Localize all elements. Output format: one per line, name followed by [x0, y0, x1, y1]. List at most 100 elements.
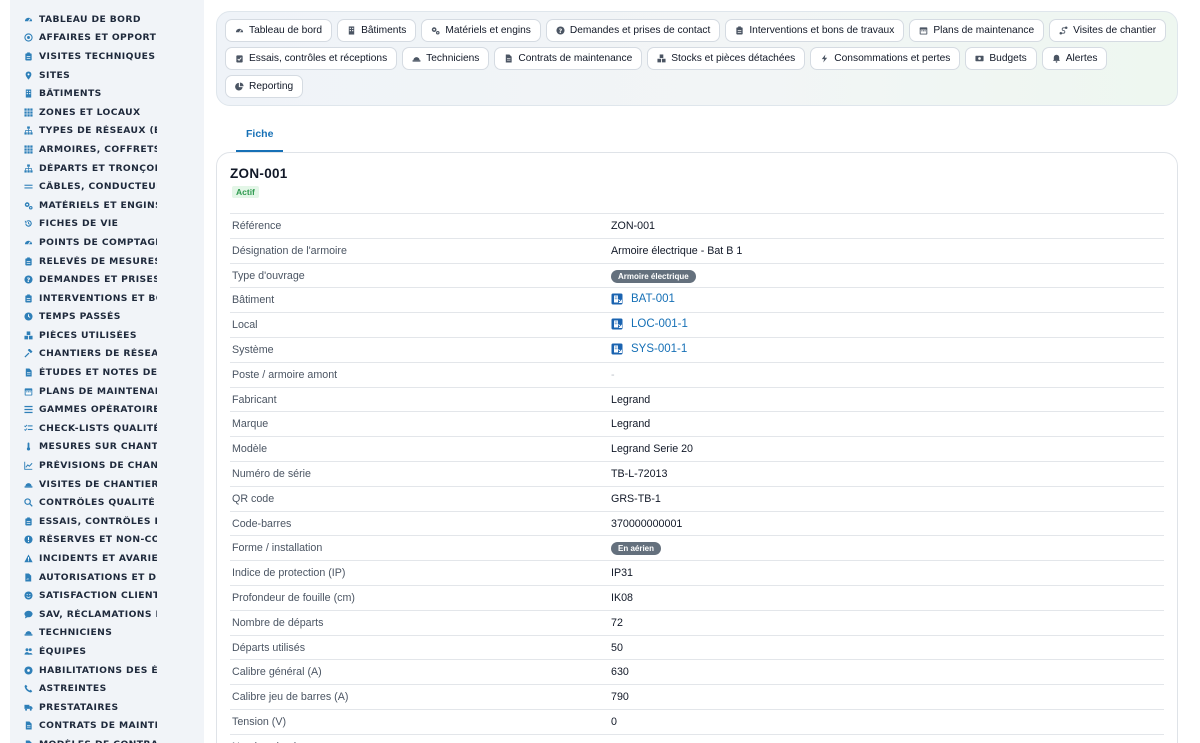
table-row: Référence ZON-001: [230, 214, 1164, 239]
sidebar-item-reserves-et-non-conformites[interactable]: Réserves et non-conformités: [10, 531, 204, 550]
sidebar-item-label: Incidents et avaries: [39, 553, 157, 565]
helmet-icon: [24, 480, 33, 489]
nav-button-label: Budgets: [989, 53, 1027, 64]
nav-button-batiments[interactable]: Bâtiments: [337, 19, 417, 42]
sidebar-item-label: Réserves et non-conformités: [39, 534, 157, 546]
sidebar-item-sites[interactable]: Sites: [10, 66, 204, 85]
nav-button-tableau-de-bord[interactable]: Tableau de bord: [225, 19, 333, 42]
clipboard-icon: [735, 26, 744, 35]
nav-button-plans-de-maintenance[interactable]: Plans de maintenance: [909, 19, 1045, 42]
sidebar-item-etudes-et-notes-de-calcul[interactable]: Études et notes de calcul: [10, 363, 204, 382]
sidebar-item-materiels-et-engins[interactable]: Matériels et engins: [10, 196, 204, 215]
sidebar-item-label: Armoires, coffrets et tableaux: [39, 143, 157, 155]
cubes-icon: [24, 331, 33, 340]
sidebar-item-interventions-et-bons-de-travaux[interactable]: Interventions et bons de travaux: [10, 289, 204, 308]
sidebar-item-sav-reclamations-et-retours[interactable]: SAV, réclamations et retours: [10, 605, 204, 624]
field-value: 370000000001: [611, 517, 683, 530]
sidebar-item-mesures-sur-chantier[interactable]: Mesures sur chantier: [10, 438, 204, 457]
nav-button-materiels-et-engins[interactable]: Matériels et engins: [421, 19, 541, 42]
quick-nav-panel: Tableau de bord Bâtiments Matériels et eng…: [216, 11, 1178, 106]
nav-button-consommations-et-pertes[interactable]: Consommations et pertes: [810, 47, 961, 70]
sidebar-item-controles-qualite[interactable]: Contrôles qualité: [10, 493, 204, 512]
sidebar-item-plans-de-maintenance[interactable]: Plans de maintenance: [10, 382, 204, 401]
sidebar-item-autorisations-et-dict[interactable]: Autorisations et DICT: [10, 568, 204, 587]
nav-button-essais-controles-et-receptions[interactable]: Essais, contrôles et réceptions: [225, 47, 398, 70]
sidebar-item-label: Sites: [39, 69, 71, 81]
sidebar-item-label: Contrôles qualité: [39, 497, 156, 509]
field-value: Legrand: [611, 393, 651, 406]
nav-button-visites-de-chantier[interactable]: Visites de chantier: [1049, 19, 1167, 42]
nav-button-reporting[interactable]: Reporting: [225, 75, 304, 98]
bolt-icon: [820, 54, 829, 63]
nav-button-interventions-et-bons-de-travaux[interactable]: Interventions et bons de travaux: [725, 19, 905, 42]
table-row: Désignation de l'armoire Armoire électriq…: [230, 239, 1164, 264]
sidebar-item-equipes[interactable]: Équipes: [10, 642, 204, 661]
sidebar-item-label: Mesures sur chantier: [39, 441, 157, 453]
users-icon: [24, 647, 33, 656]
building-link-icon: [611, 343, 623, 355]
sidebar-item-incidents-et-avaries[interactable]: Incidents et avaries: [10, 549, 204, 568]
sidebar-item-label: Affaires et opportunités: [39, 32, 157, 44]
sidebar-item-techniciens[interactable]: Techniciens: [10, 624, 204, 643]
sidebar-item-departs-et-troncons[interactable]: Départs et tronçons: [10, 159, 204, 178]
sidebar-item-tableau-de-bord[interactable]: Tableau de bord: [10, 10, 204, 29]
sidebar-item-astreintes[interactable]: Astreintes: [10, 679, 204, 698]
nav-button-contrats-de-maintenance[interactable]: Contrats de maintenance: [494, 47, 643, 70]
nav-button-demandes-et-prises-de-contact[interactable]: ? Demandes et prises de contact: [545, 19, 721, 42]
sidebar-item-temps-passes[interactable]: Temps passés: [10, 308, 204, 327]
sidebar-item-contrats-de-maintenance[interactable]: Contrats de maintenance: [10, 717, 204, 736]
nav-button-label: Interventions et bons de travaux: [749, 25, 895, 36]
sidebar-item-modeles-de-contrats[interactable]: Modèles de contrats: [10, 735, 204, 743]
sidebar-item-label: SAV, réclamations et retours: [39, 608, 157, 620]
nav-button-label: Contrats de maintenance: [518, 53, 633, 64]
sidebar-item-cables-conducteurs[interactable]: Câbles, conducteurs: [10, 177, 204, 196]
sidebar-item-essais-controles-et-receptions[interactable]: Essais, contrôles et réceptions: [10, 512, 204, 531]
tab-fiche[interactable]: Fiche: [236, 118, 284, 152]
sidebar-item-label: Plans de maintenance: [39, 385, 157, 397]
related-record-link[interactable]: BAT-001: [611, 293, 675, 305]
sidebar-item-releves-de-mesures[interactable]: Relevés de mesures: [10, 252, 204, 271]
sidebar-item-zones-et-locaux[interactable]: Zones et locaux: [10, 103, 204, 122]
value-tag: En aérien: [611, 542, 662, 556]
sidebar-item-visites-de-chantier[interactable]: Visites de chantier: [10, 475, 204, 494]
search-icon: [24, 498, 33, 507]
phone-icon: [24, 684, 33, 693]
field-value: -: [611, 368, 615, 381]
sidebar-item-visites-techniques-et-releves[interactable]: Visites techniques et relevés: [10, 47, 204, 66]
sidebar-item-habilitations-des-equipes[interactable]: Habilitations des équipes: [10, 661, 204, 680]
nav-button-alertes[interactable]: Alertes: [1041, 47, 1108, 70]
sidebar-item-prestataires[interactable]: Prestataires: [10, 698, 204, 717]
nav-button-techniciens[interactable]: Techniciens: [402, 47, 490, 70]
sidebar-item-chantiers-de-reseaux[interactable]: Chantiers de réseaux: [10, 345, 204, 364]
gauge-icon: [24, 238, 33, 247]
field-value: IP31: [611, 567, 633, 580]
sidebar-item-satisfaction-client[interactable]: Satisfaction client: [10, 586, 204, 605]
sidebar-item-label: Autorisations et DICT: [39, 571, 157, 583]
field-label: Indice de protection (IP): [232, 567, 346, 580]
nav-button-stocks-et-pieces-detachees[interactable]: Stocks et pièces détachées: [647, 47, 806, 70]
sidebar-item-armoires-coffrets-et-tableaux[interactable]: Armoires, coffrets et tableaux: [10, 140, 204, 159]
sidebar-item-points-de-comptage-et-mesure[interactable]: Points de comptage et mesure: [10, 233, 204, 252]
related-record-link[interactable]: LOC-001-1: [611, 318, 688, 330]
nav-button-label: Essais, contrôles et réceptions: [249, 53, 388, 64]
svg-text:?: ?: [559, 28, 563, 35]
sidebar-item-gammes-operatoires[interactable]: Gammes opératoires: [10, 400, 204, 419]
file-icon: [24, 368, 33, 377]
sidebar-item-affaires-et-opportunites[interactable]: Affaires et opportunités: [10, 29, 204, 48]
clipboard-icon: [24, 517, 33, 526]
sidebar-item-fiches-de-vie[interactable]: Fiches de vie: [10, 215, 204, 234]
sidebar-item-previsions-de-chantier[interactable]: Prévisions de chantier: [10, 456, 204, 475]
sidebar-item-demandes-et-prises-de-contact[interactable]: ? Demandes et prises de contact: [10, 270, 204, 289]
file-signature-icon: [24, 573, 33, 582]
related-record-link[interactable]: SYS-001-1: [611, 343, 687, 355]
sidebar-item-types-de-reseaux-bt-hta[interactable]: Types de réseaux (BT / HTA): [10, 122, 204, 141]
nav-button-budgets[interactable]: Budgets: [965, 47, 1037, 70]
table-row: Marque Legrand: [230, 412, 1164, 438]
history-icon: [24, 219, 33, 228]
sidebar-item-pieces-utilisees[interactable]: Pièces utilisées: [10, 326, 204, 345]
sidebar-item-label: Équipes: [39, 645, 87, 657]
sidebar-item-batiments[interactable]: Bâtiments: [10, 84, 204, 103]
sidebar-item-label: Points de comptage et mesure: [39, 236, 157, 248]
lines-icon: [24, 182, 33, 191]
sidebar-item-check-lists-qualite[interactable]: Check-lists qualité: [10, 419, 204, 438]
